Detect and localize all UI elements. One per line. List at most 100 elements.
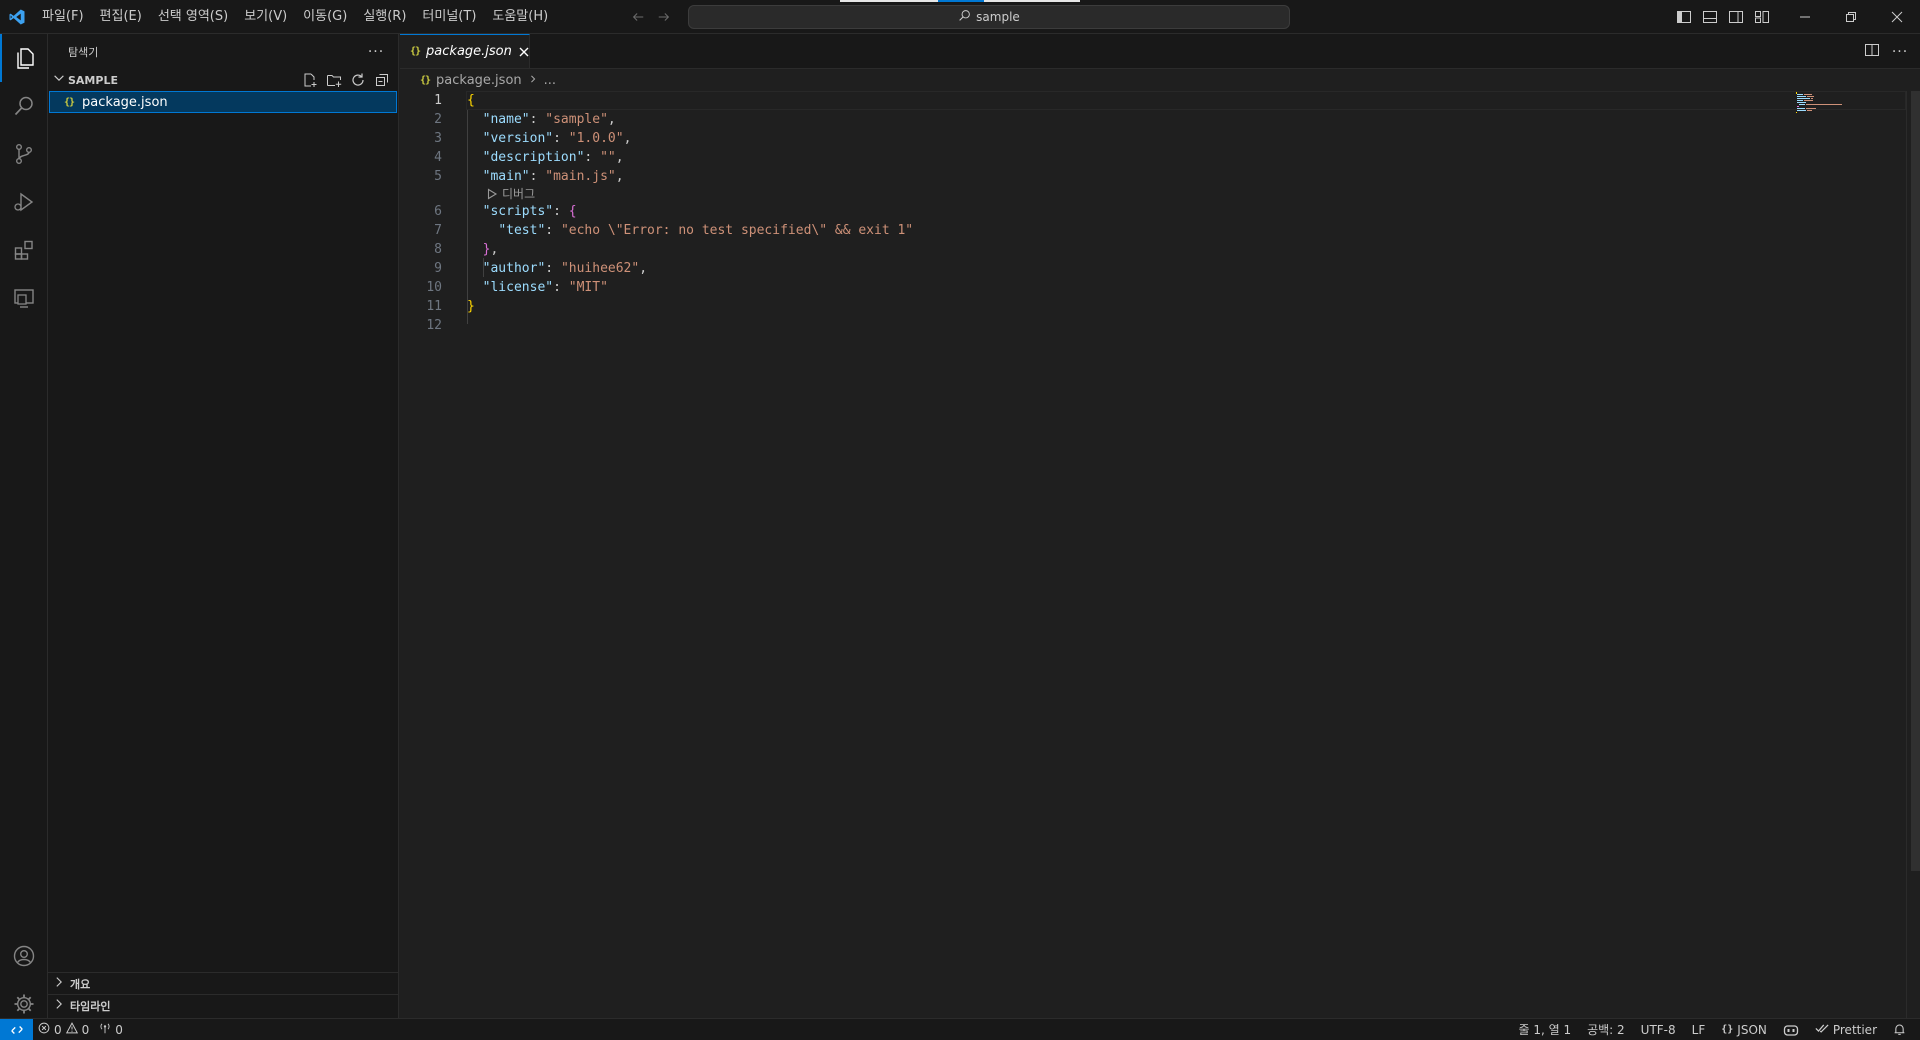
double-check-icon xyxy=(1815,1022,1829,1037)
toggle-primary-sidebar-icon[interactable] xyxy=(1676,9,1692,25)
code-text: "scripts": { xyxy=(467,202,577,221)
close-window-icon[interactable] xyxy=(1874,0,1920,34)
prettier-status[interactable]: Prettier xyxy=(1807,1019,1885,1040)
indentation-setting[interactable]: 공백: 2 xyxy=(1579,1019,1633,1040)
code-token: "scripts" xyxy=(482,204,554,219)
search-activity-icon[interactable] xyxy=(0,82,48,130)
menu-help[interactable]: 도움말(H) xyxy=(484,0,556,34)
debug-codelens-label[interactable]: 디버그 xyxy=(502,186,535,202)
refresh-icon[interactable] xyxy=(350,72,366,88)
code-line[interactable]: 4 "description": "", xyxy=(400,148,1910,167)
menu-bar: 파일(F) 편집(E) 선택 영역(S) 보기(V) 이동(G) 실행(R) 터… xyxy=(34,0,556,34)
code-editor[interactable]: 1{2 "name": "sample", 3 "version": "1.0.0… xyxy=(400,91,1910,335)
code-token: { xyxy=(467,93,475,108)
chevron-down-icon xyxy=(52,71,66,89)
split-editor-icon[interactable] xyxy=(1864,42,1880,62)
minimap[interactable] xyxy=(1796,92,1856,132)
explorer-icon[interactable] xyxy=(0,34,48,82)
code-line[interactable]: 2 "name": "sample", xyxy=(400,110,1910,129)
code-line[interactable]: 12 xyxy=(400,316,1910,335)
code-token: , xyxy=(639,261,648,276)
scrollbar-thumb[interactable] xyxy=(1911,91,1920,871)
code-line[interactable]: 11} xyxy=(400,297,1910,316)
file-tree-item-package-json[interactable]: {} package.json xyxy=(49,91,397,113)
toggle-secondary-sidebar-icon[interactable] xyxy=(1728,9,1744,25)
new-file-icon[interactable] xyxy=(302,72,318,88)
menu-go[interactable]: 이동(G) xyxy=(295,0,355,34)
close-icon[interactable] xyxy=(518,44,530,60)
breadcrumb-file[interactable]: package.json xyxy=(436,73,522,88)
problems-indicator[interactable]: 0 0 xyxy=(33,1019,94,1040)
outline-section-header[interactable]: 개요 xyxy=(48,972,399,994)
code-line[interactable]: 6 "scripts": { xyxy=(400,202,1910,221)
code-token: : xyxy=(529,169,546,184)
layout-controls xyxy=(1676,0,1770,34)
minimize-icon[interactable] xyxy=(1782,0,1828,34)
code-line[interactable]: 7 "test": "echo \"Error: no test specifi… xyxy=(400,221,1910,240)
ports-indicator[interactable]: 0 xyxy=(94,1019,128,1040)
remote-explorer-icon[interactable] xyxy=(0,274,48,322)
menu-selection[interactable]: 선택 영역(S) xyxy=(150,0,236,34)
source-control-icon[interactable] xyxy=(0,130,48,178)
vscode-logo-icon xyxy=(0,0,34,34)
new-folder-icon[interactable] xyxy=(326,72,342,88)
breadcrumb-symbols[interactable]: ... xyxy=(544,73,556,88)
vertical-scrollbar[interactable] xyxy=(1906,91,1920,1018)
arrow-right-icon[interactable] xyxy=(656,9,672,25)
line-number: 4 xyxy=(434,150,442,165)
code-line[interactable]: 1{ xyxy=(400,91,1910,110)
restore-icon[interactable] xyxy=(1828,0,1874,34)
eol-setting[interactable]: LF xyxy=(1684,1019,1714,1040)
toggle-panel-icon[interactable] xyxy=(1702,9,1718,25)
command-center-search[interactable]: sample xyxy=(688,5,1290,29)
file-name-label: package.json xyxy=(82,94,168,110)
folder-section-header[interactable]: SAMPLE xyxy=(48,69,398,91)
run-debug-icon[interactable] xyxy=(0,178,48,226)
extensions-icon[interactable] xyxy=(0,226,48,274)
sidebar-more-actions-button[interactable]: ··· xyxy=(366,42,386,62)
editor-tab-bar: {} package.json ··· xyxy=(400,34,1920,69)
editor-more-actions-button[interactable]: ··· xyxy=(1890,42,1910,62)
collapse-all-icon[interactable] xyxy=(374,72,390,88)
code-line[interactable]: 5 "main": "main.js", xyxy=(400,167,1910,186)
code-token: : xyxy=(545,223,561,238)
prettier-label: Prettier xyxy=(1832,1022,1877,1037)
line-number: 8 xyxy=(434,242,442,257)
status-bar-right: 줄 1, 열 1 공백: 2 UTF-8 LF {} JSON Prettier xyxy=(1510,1019,1920,1040)
outline-section-title: 개요 xyxy=(70,977,91,991)
remote-indicator-icon[interactable] xyxy=(0,1018,33,1040)
encoding-setting[interactable]: UTF-8 xyxy=(1633,1019,1684,1040)
menu-view[interactable]: 보기(V) xyxy=(236,0,295,34)
menu-terminal[interactable]: 터미널(T) xyxy=(414,0,484,34)
tab-package-json[interactable]: {} package.json xyxy=(400,34,530,68)
explorer-sidebar: 탐색기 ··· SAMPLE {} package.json 개요 타임라인 xyxy=(48,34,399,1018)
title-bar: 파일(F) 편집(E) 선택 영역(S) 보기(V) 이동(G) 실행(R) 터… xyxy=(0,0,1920,34)
code-text: "test": "echo \"Error: no test specified… xyxy=(467,221,913,240)
accounts-icon[interactable] xyxy=(0,932,48,980)
sidebar-title: 탐색기 xyxy=(68,45,99,59)
code-line[interactable]: 10 "license": "MIT" xyxy=(400,278,1910,297)
folder-name: SAMPLE xyxy=(68,73,118,87)
code-line[interactable]: 9 "author": "huihee62", xyxy=(400,259,1910,278)
language-label: JSON xyxy=(1737,1022,1767,1037)
notifications-bell-icon[interactable] xyxy=(1885,1019,1914,1040)
language-mode[interactable]: {} JSON xyxy=(1713,1019,1775,1040)
code-token: "test" xyxy=(498,223,546,238)
code-line[interactable]: 8 }, xyxy=(400,240,1910,259)
menu-edit[interactable]: 편집(E) xyxy=(92,0,150,34)
code-token: "name" xyxy=(482,112,530,127)
cursor-position[interactable]: 줄 1, 열 1 xyxy=(1510,1019,1579,1040)
menu-run[interactable]: 실행(R) xyxy=(355,0,414,34)
customize-layout-icon[interactable] xyxy=(1754,9,1770,25)
json-file-icon: {} xyxy=(410,46,421,57)
debug-codelens[interactable]: 디버그 xyxy=(400,186,1910,202)
code-token: , xyxy=(607,112,616,127)
broadcast-icon xyxy=(99,1022,111,1037)
menu-file[interactable]: 파일(F) xyxy=(34,0,92,34)
copilot-icon[interactable] xyxy=(1775,1019,1807,1040)
line-number: 12 xyxy=(426,318,442,333)
code-line[interactable]: 3 "version": "1.0.0", xyxy=(400,129,1910,148)
arrow-left-icon[interactable] xyxy=(630,9,646,25)
timeline-section-header[interactable]: 타임라인 xyxy=(48,994,399,1016)
